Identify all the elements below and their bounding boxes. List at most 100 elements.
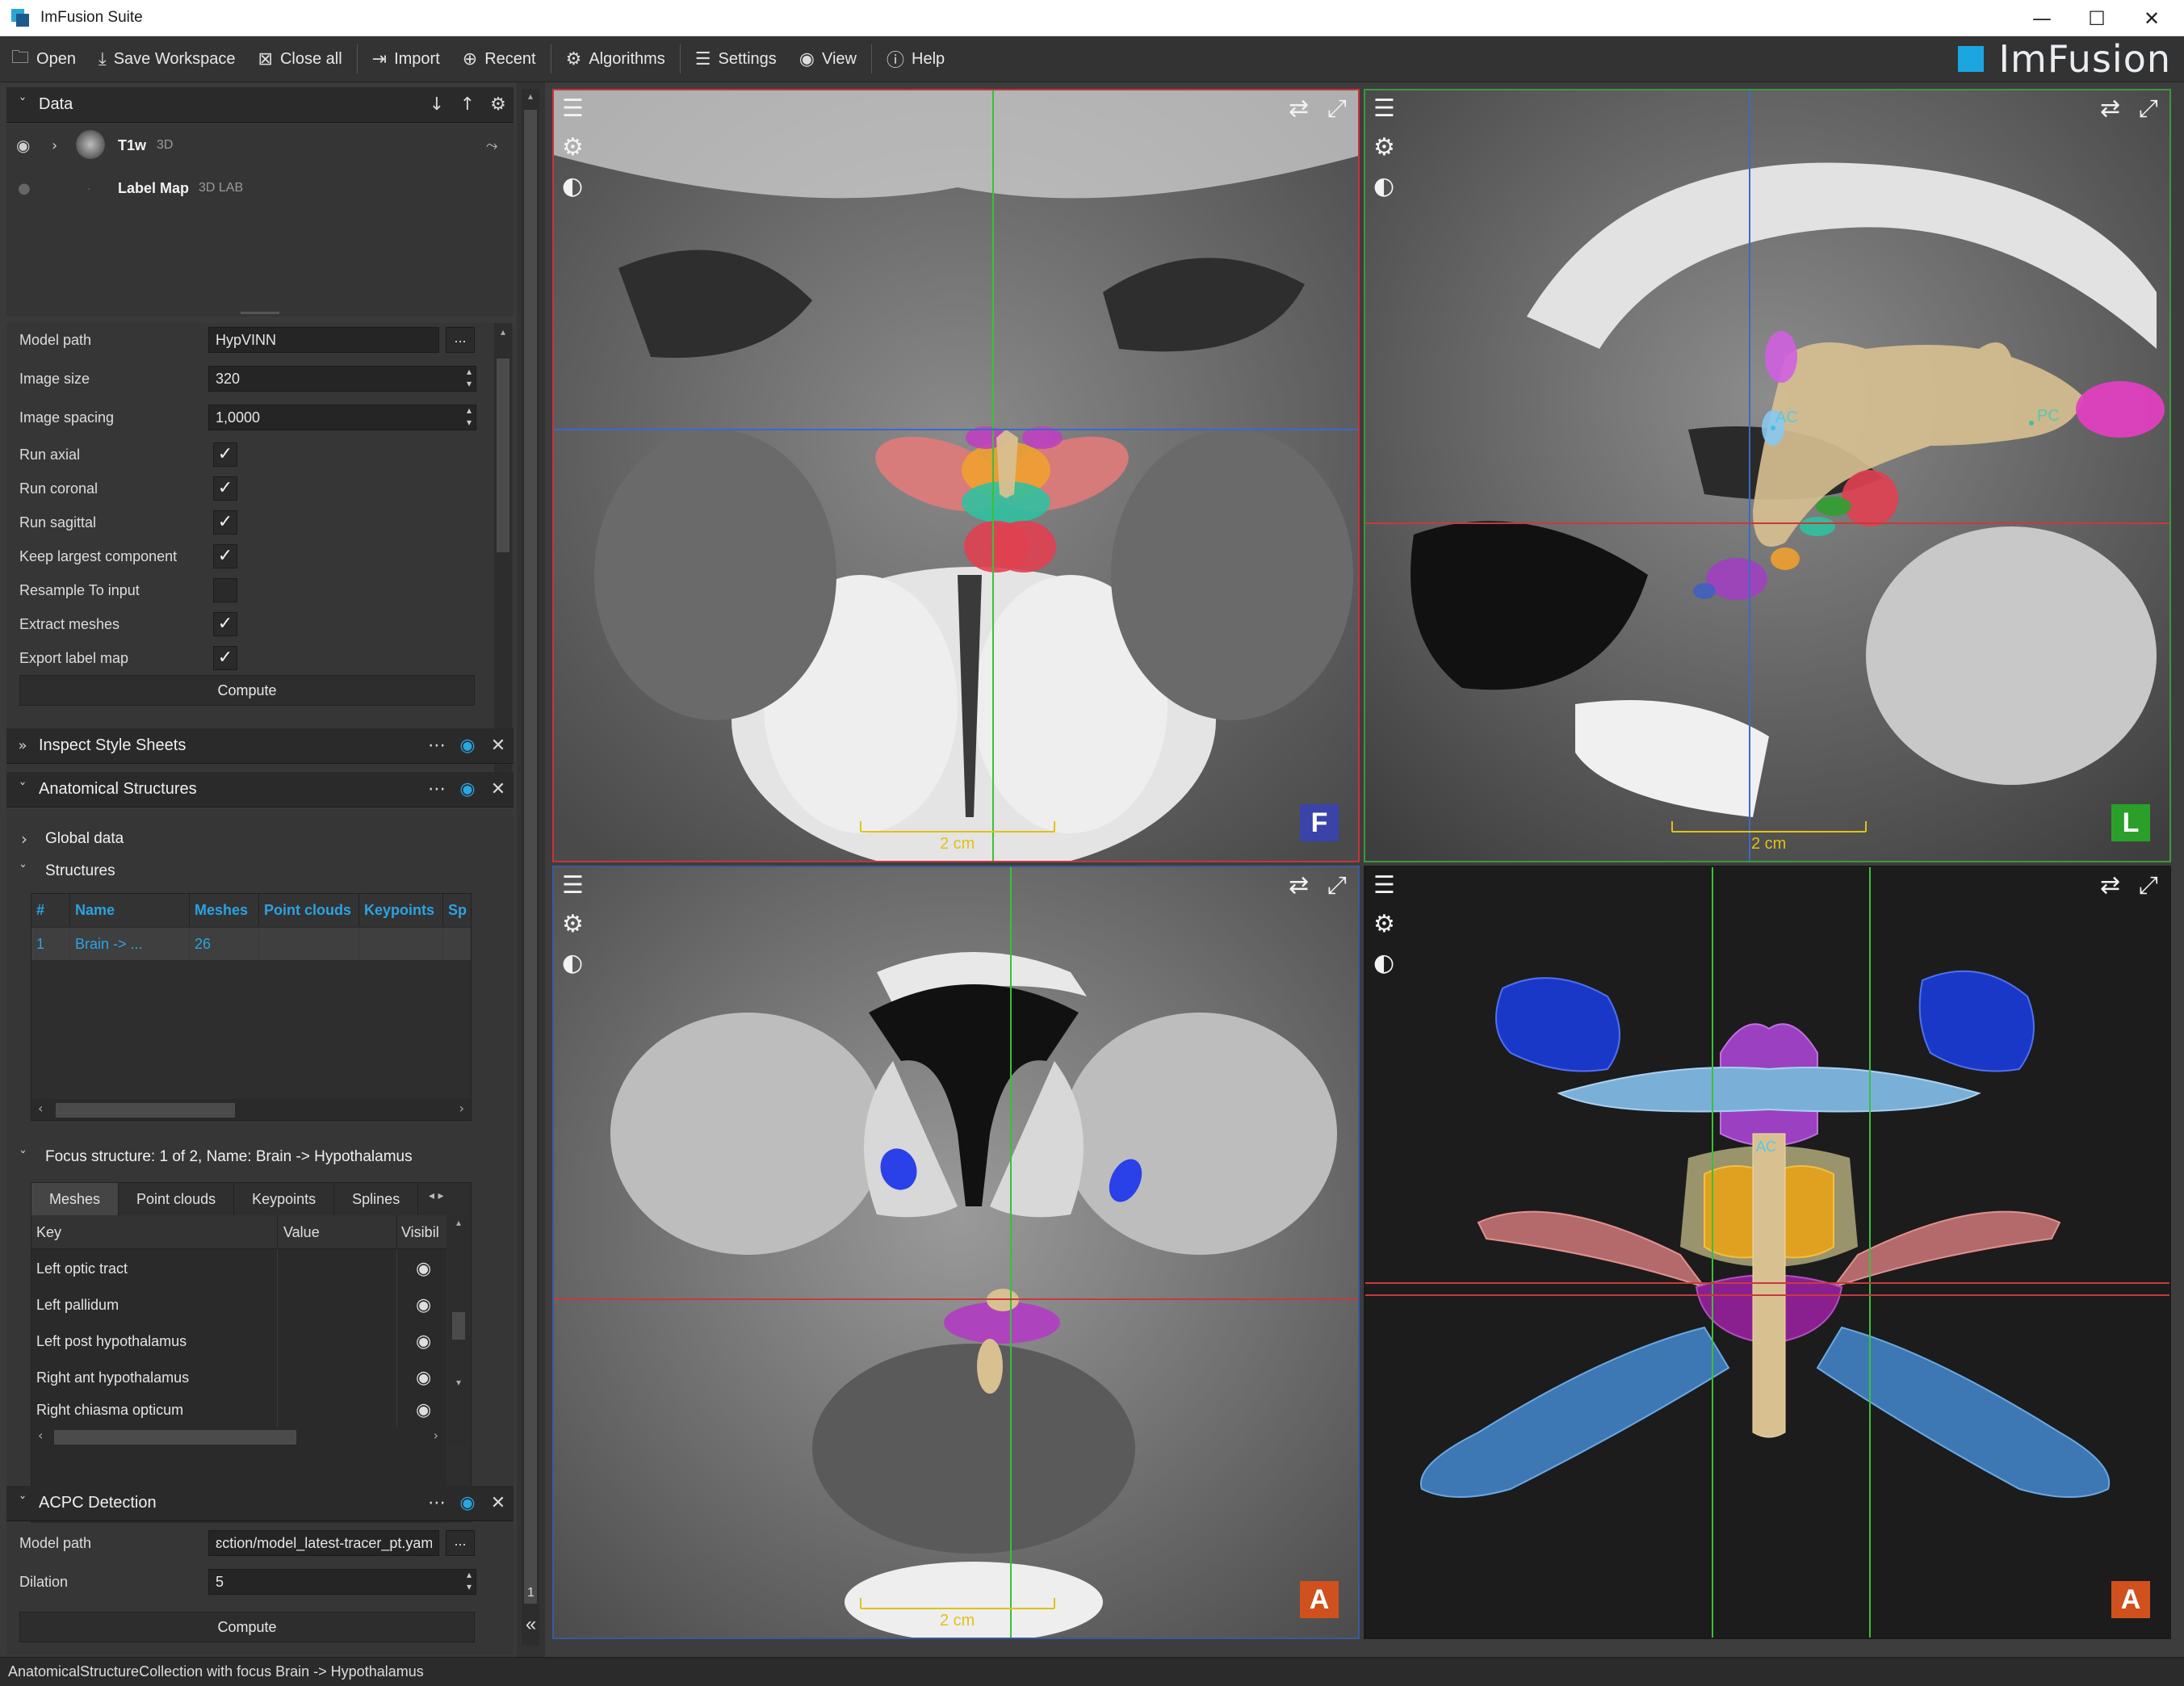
close-icon[interactable]: ✕ [483, 779, 514, 799]
collapse-icon[interactable]: ˇ [6, 1495, 39, 1512]
collapse-chevron-icon[interactable]: ˇ [19, 1149, 27, 1166]
export-label-map-checkbox[interactable]: ✓ [213, 646, 237, 670]
data-item-label-map[interactable]: ● · Label Map 3D LAB [6, 176, 514, 200]
spin-arrows-icon[interactable]: ▴ ▾ [462, 1569, 476, 1595]
scrollbar-thumb[interactable] [497, 359, 509, 552]
gear-icon[interactable]: ⚙ [1373, 912, 1395, 937]
run-coronal-checkbox[interactable]: ✓ [213, 476, 237, 501]
inspect-style-sheets-header[interactable]: » Inspect Style Sheets ⋯ ◉ ✕ [6, 728, 514, 764]
brightness-icon[interactable]: ◐ [562, 951, 583, 975]
focus-structure-row[interactable]: ˇ Focus structure: 1 of 2, Name: Brain -… [6, 1145, 514, 1169]
maximize-viewport-icon[interactable]: ⤢ [2139, 874, 2158, 898]
dilation-input[interactable] [208, 1569, 476, 1595]
viewport-sagittal[interactable]: AC PC ☰ ⚙ ◐ ⇄ ⤢ 2 cm L [1364, 89, 2171, 862]
image-size-input[interactable] [208, 366, 476, 392]
maximize-button[interactable]: ☐ [2069, 0, 2124, 36]
expand-chevron-icon[interactable]: › [52, 137, 57, 154]
scrollbar-thumb[interactable] [452, 1312, 465, 1340]
tab-keypoints[interactable]: Keypoints [234, 1183, 335, 1215]
visibility-eye-icon[interactable]: ● [18, 180, 31, 197]
model-path-input[interactable] [208, 327, 439, 353]
scroll-down-icon[interactable]: ▾ [448, 1377, 469, 1388]
column-header[interactable]: Meshes [190, 894, 259, 926]
tab-meshes[interactable]: Meshes [31, 1183, 119, 1215]
swap-icon[interactable]: ⇄ [2100, 874, 2120, 898]
extract-meshes-checkbox[interactable]: ✓ [213, 612, 237, 636]
visibility-eye-icon[interactable]: ◉ [416, 1332, 431, 1352]
tab-scroll-arrows-icon[interactable]: ◂ ▸ [429, 1189, 444, 1202]
import-button[interactable]: ⇥ Import [361, 36, 451, 82]
viewport-3d[interactable]: ☰ ⚙ ◐ ⇄ ⤢ AC A [1364, 866, 2171, 1639]
gear-icon[interactable]: ⚙ [562, 912, 584, 937]
column-header[interactable]: Keypoints [359, 894, 443, 926]
column-header[interactable]: Sp [443, 894, 471, 926]
meshes-vertical-scrollbar[interactable]: ▴ ▾ [448, 1215, 469, 1445]
visibility-eye-icon[interactable]: ◉ [416, 1400, 431, 1420]
scrollbar-thumb[interactable] [54, 1430, 296, 1445]
visibility-eye-icon[interactable]: ◉ [416, 1259, 431, 1279]
collapse-panel-icon[interactable]: « [517, 1613, 545, 1636]
brightness-icon[interactable]: ◐ [562, 174, 583, 199]
data-section-header[interactable]: ˇ Data ↓ ↑ ⚙ [6, 87, 514, 123]
acpc-detection-header[interactable]: ˇ ACPC Detection ⋯ ◉ ✕ [6, 1486, 514, 1521]
scrollbar-thumb[interactable] [56, 1103, 235, 1118]
visibility-eye-icon[interactable]: ◉ [416, 1295, 431, 1315]
close-icon[interactable]: ✕ [483, 1493, 514, 1513]
run-sagittal-checkbox[interactable]: ✓ [213, 510, 237, 535]
close-all-button[interactable]: ⊠ Close all [247, 36, 354, 82]
list-item[interactable]: Left post hypothalamus ◉ [31, 1323, 446, 1360]
browse-button[interactable]: ... [446, 327, 475, 353]
scroll-up-icon[interactable]: ▴ [448, 1217, 469, 1228]
main-scrollbar[interactable]: ▴ [522, 89, 539, 1646]
acpc-model-path-input[interactable] [208, 1530, 439, 1556]
viewport-menu-icon[interactable]: ☰ [1373, 97, 1395, 121]
horizontal-scrollbar[interactable]: ‹ › [31, 1099, 471, 1120]
maximize-viewport-icon[interactable]: ⤢ [1327, 97, 1347, 121]
scroll-left-icon[interactable]: ‹ [38, 1101, 43, 1116]
swap-icon[interactable]: ⇄ [1289, 874, 1309, 898]
structures-row[interactable]: ˇ Structures [6, 859, 514, 883]
viewport-axial[interactable]: ☰ ⚙ ◐ ⇄ ⤢ 2 cm A [552, 866, 1360, 1639]
scroll-right-icon[interactable]: › [434, 1428, 438, 1443]
viewport-menu-icon[interactable]: ☰ [1373, 874, 1395, 898]
viewport-menu-icon[interactable]: ☰ [562, 97, 584, 121]
maximize-viewport-icon[interactable]: ⤢ [1327, 874, 1347, 898]
resample-checkbox[interactable] [213, 578, 237, 602]
column-header[interactable]: Visibil [401, 1224, 439, 1241]
column-header[interactable]: # [31, 894, 70, 926]
column-header[interactable]: Key [36, 1224, 61, 1241]
gear-icon[interactable]: ⚙ [483, 94, 514, 115]
splitter-handle[interactable] [241, 312, 279, 314]
eye-icon[interactable]: ◉ [452, 779, 483, 799]
list-item[interactable]: Right ant hypothalamus ◉ [31, 1360, 446, 1396]
move-down-icon[interactable]: ↓ [421, 94, 452, 115]
coordinate-frame-icon[interactable]: ⤳ [486, 137, 497, 154]
horizontal-scrollbar[interactable]: ‹ › [31, 1427, 446, 1448]
brightness-icon[interactable]: ◐ [1373, 174, 1394, 199]
visibility-eye-icon[interactable]: ◉ [16, 136, 30, 155]
column-header[interactable]: Value [283, 1224, 320, 1241]
swap-icon[interactable]: ⇄ [1289, 97, 1309, 121]
minimize-button-visible[interactable]: — [2014, 0, 2069, 36]
column-header[interactable]: Point clouds [259, 894, 359, 926]
more-icon[interactable]: ⋯ [421, 779, 452, 799]
global-data-row[interactable]: › Global data [6, 827, 514, 851]
tab-splines[interactable]: Splines [334, 1183, 419, 1215]
close-icon[interactable]: ✕ [483, 736, 514, 756]
tab-point-clouds[interactable]: Point clouds [119, 1183, 235, 1215]
move-up-icon[interactable]: ↑ [452, 94, 483, 115]
settings-button[interactable]: ☰ Settings [684, 36, 788, 82]
save-workspace-button[interactable]: ⤓ Save Workspace [87, 36, 247, 82]
algorithms-button[interactable]: ⚙ Algorithms [555, 36, 677, 82]
acpc-compute-button[interactable]: Compute [19, 1612, 475, 1642]
recent-button[interactable]: ⊕ Recent [451, 36, 547, 82]
more-icon[interactable]: ⋯ [421, 736, 452, 756]
collapse-icon[interactable]: ˇ [6, 96, 39, 113]
scroll-up-icon[interactable]: ▴ [494, 326, 512, 338]
collapse-chevron-icon[interactable]: ˇ [19, 863, 27, 880]
list-item[interactable]: Left pallidum ◉ [31, 1287, 446, 1323]
viewport-menu-icon[interactable]: ☰ [562, 874, 584, 898]
data-item-t1w[interactable]: ◉ › T1w 3D ⤳ [6, 130, 514, 159]
eye-icon[interactable]: ◉ [452, 736, 483, 756]
anatomical-structures-header[interactable]: ˇ Anatomical Structures ⋯ ◉ ✕ [6, 772, 514, 807]
